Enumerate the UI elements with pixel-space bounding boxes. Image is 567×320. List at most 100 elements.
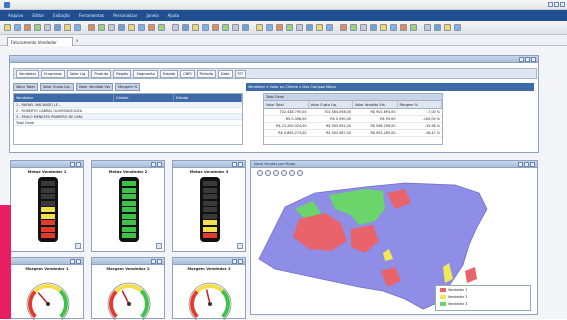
toolbar-button-icon[interactable] — [192, 24, 199, 31]
toolbar-button-icon[interactable] — [212, 24, 219, 31]
measure-valor-total[interactable]: Valor Total — [13, 83, 38, 91]
filter-vendedor[interactable]: Vendedor — [16, 69, 40, 78]
measure-valor-custo[interactable]: Valor Custo Liq. — [39, 83, 74, 91]
settings-icon[interactable] — [297, 170, 303, 176]
filter-cnpj[interactable]: CNPJ — [180, 69, 195, 78]
toolbar-button-icon[interactable] — [88, 24, 95, 31]
panel-maximize-icon[interactable] — [232, 162, 237, 167]
panel-maximize-icon[interactable] — [525, 57, 530, 62]
measure-header-valor-total[interactable]: Valor Total — [264, 101, 309, 108]
measure-header-valor-vendido[interactable]: Valor Vendido Vts — [353, 101, 398, 108]
panel-maximize-icon[interactable] — [151, 162, 156, 167]
toolbar-button-icon[interactable] — [400, 24, 407, 31]
measure-header-valor-custo[interactable]: Valor Custo Liq. — [309, 101, 353, 108]
menu-item-ajuda[interactable]: Ajuda — [168, 13, 179, 18]
refresh-icon[interactable] — [289, 170, 295, 176]
toolbar-button-icon[interactable] — [350, 24, 357, 31]
column-header-vendedor[interactable]: Vendedor — [14, 94, 114, 102]
panel-maximize-icon[interactable] — [70, 259, 75, 264]
zoom-in-icon[interactable] — [257, 170, 263, 176]
toolbar-button-icon[interactable] — [148, 24, 155, 31]
toolbar-button-icon[interactable] — [256, 24, 263, 31]
toolbar-button-icon[interactable] — [108, 24, 115, 31]
panel-maximize-icon[interactable] — [524, 162, 529, 167]
toolbar-button-icon[interactable] — [232, 24, 239, 31]
filter-estado[interactable]: Estado — [159, 69, 179, 78]
toolbar-button-icon[interactable] — [454, 24, 461, 31]
toolbar-button-icon[interactable] — [410, 24, 417, 31]
panel-close-icon[interactable] — [157, 259, 162, 264]
filter-produto[interactable]: Produto — [91, 69, 112, 78]
table-row[interactable]: Total Geral — [14, 120, 242, 126]
panel-maximize-icon[interactable] — [151, 259, 156, 264]
menu-item-personalizar[interactable]: Personalizar — [113, 13, 137, 18]
panel-close-icon[interactable] — [76, 259, 81, 264]
toolbar-button-icon[interactable] — [380, 24, 387, 31]
toolbar-button-icon[interactable] — [306, 24, 313, 31]
toolbar-button-icon[interactable] — [24, 24, 31, 31]
filter-periodo[interactable]: Período — [196, 69, 216, 78]
toolbar-button-icon[interactable] — [222, 24, 229, 31]
panel-minimize-icon[interactable] — [518, 162, 523, 167]
panel-close-icon[interactable] — [76, 162, 81, 167]
toolbar-button-icon[interactable] — [370, 24, 377, 31]
panel-maximize-icon[interactable] — [70, 162, 75, 167]
toolbar-button-icon[interactable] — [326, 24, 333, 31]
panel-close-icon[interactable] — [531, 57, 536, 62]
toolbar-button-icon[interactable] — [424, 24, 431, 31]
toolbar-button-icon[interactable] — [360, 24, 367, 31]
toolbar-button-icon[interactable] — [54, 24, 61, 31]
menu-item-arquivo[interactable]: Arquivo — [8, 13, 23, 18]
select-icon[interactable] — [281, 170, 287, 176]
toolbar-button-icon[interactable] — [74, 24, 81, 31]
toolbar-button-icon[interactable] — [34, 24, 41, 31]
resize-handle[interactable] — [156, 243, 162, 249]
toolbar-button-icon[interactable] — [172, 24, 179, 31]
filter-empresas[interactable]: Empresas — [41, 69, 65, 78]
toolbar-button-icon[interactable] — [296, 24, 303, 31]
zoom-out-icon[interactable] — [265, 170, 271, 176]
pan-icon[interactable] — [273, 170, 279, 176]
column-header-cidade[interactable]: Cidade — [114, 94, 174, 102]
toolbar-button-icon[interactable] — [242, 24, 249, 31]
toolbar-button-icon[interactable] — [118, 24, 125, 31]
filter-data[interactable]: Data — [217, 69, 233, 78]
filter-regiao[interactable]: Região — [113, 69, 132, 78]
toolbar-button-icon[interactable] — [128, 24, 135, 31]
document-tab[interactable]: Faturamento Vendedor — [7, 37, 73, 46]
menu-item-ferramentas[interactable]: Ferramentas — [79, 13, 104, 18]
toolbar-button-icon[interactable] — [202, 24, 209, 31]
toolbar-button-icon[interactable] — [44, 24, 51, 31]
toolbar-button-icon[interactable] — [444, 24, 451, 31]
filter-valor-liq[interactable]: Valor Liq. — [66, 69, 90, 78]
menu-item-exibicao[interactable]: Exibição — [53, 13, 70, 18]
toolbar-button-icon[interactable] — [286, 24, 293, 31]
filter-pt[interactable]: P/T — [234, 69, 247, 78]
minimize-icon[interactable] — [548, 2, 553, 7]
toolbar-button-icon[interactable] — [316, 24, 323, 31]
menu-item-editar[interactable]: Editar — [32, 13, 44, 18]
toolbar-button-icon[interactable] — [14, 24, 21, 31]
close-icon[interactable] — [560, 2, 565, 7]
panel-close-icon[interactable] — [238, 162, 243, 167]
tab-close-icon[interactable]: x — [76, 38, 82, 44]
toolbar-button-icon[interactable] — [158, 24, 165, 31]
column-header-estado[interactable]: Estado — [174, 94, 242, 102]
panel-close-icon[interactable] — [530, 162, 535, 167]
toolbar-button-icon[interactable] — [276, 24, 283, 31]
maximize-icon[interactable] — [554, 2, 559, 7]
toolbar-button-icon[interactable] — [434, 24, 441, 31]
toolbar-button-icon[interactable] — [266, 24, 273, 31]
measure-valor-vendido[interactable]: Valor Vendido Vts — [75, 83, 114, 91]
menu-item-janela[interactable]: Janela — [146, 13, 158, 18]
panel-close-icon[interactable] — [238, 259, 243, 264]
toolbar-button-icon[interactable] — [390, 24, 397, 31]
toolbar-button-icon[interactable] — [182, 24, 189, 31]
measure-header-margem[interactable]: Margem % — [398, 101, 442, 108]
panel-minimize-icon[interactable] — [519, 57, 524, 62]
measure-margem[interactable]: Margem % — [115, 83, 141, 91]
toolbar-button-icon[interactable] — [64, 24, 71, 31]
panel-close-icon[interactable] — [157, 162, 162, 167]
toolbar-button-icon[interactable] — [138, 24, 145, 31]
filter-segmento[interactable]: Segmento — [133, 69, 158, 78]
